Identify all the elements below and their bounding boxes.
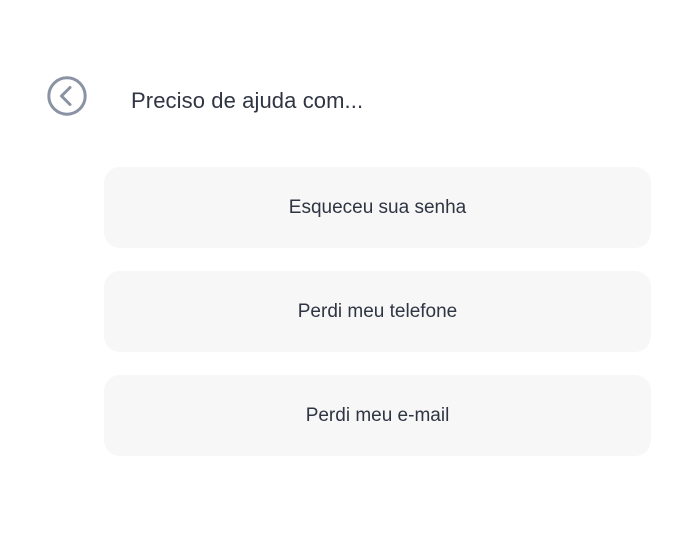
- lost-email-button[interactable]: Perdi meu e-mail: [104, 375, 651, 456]
- lost-phone-button[interactable]: Perdi meu telefone: [104, 271, 651, 352]
- help-options-list: Esqueceu sua senha Perdi meu telefone Pe…: [104, 167, 651, 479]
- help-screen: Preciso de ajuda com... Esqueceu sua sen…: [0, 0, 698, 539]
- chevron-left-circle-icon: [47, 76, 87, 116]
- back-button[interactable]: [47, 76, 87, 116]
- forgot-password-button[interactable]: Esqueceu sua senha: [104, 167, 651, 248]
- page-title: Preciso de ajuda com...: [131, 88, 364, 113]
